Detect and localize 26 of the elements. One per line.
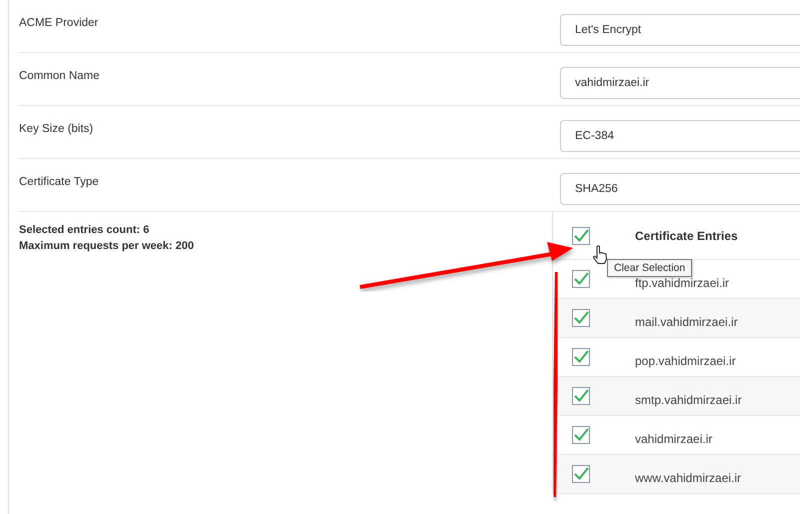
checkbox[interactable] xyxy=(572,348,590,366)
tooltip: Clear Selection xyxy=(607,259,692,277)
checkbox[interactable] xyxy=(572,465,590,483)
field-label: Common Name xyxy=(19,69,100,84)
entry-name: smtp.vahidmirzaei.ir xyxy=(635,392,742,407)
entry-name: pop.vahidmirzaei.ir xyxy=(635,353,736,368)
entry-name: vahidmirzaei.ir xyxy=(635,431,712,446)
checkbox[interactable] xyxy=(572,270,590,288)
summary-text: Selected entries count: 6 xyxy=(19,224,150,236)
checkbox[interactable] xyxy=(572,309,590,327)
input-field[interactable]: vahidmirzaei.ir xyxy=(560,67,800,99)
input-field[interactable]: EC-384 xyxy=(560,120,800,152)
checkbox[interactable] xyxy=(572,226,590,244)
entry-name: www.vahidmirzaei.ir xyxy=(635,470,742,485)
input-field[interactable]: SHA256 xyxy=(560,173,800,205)
summary-text: Maximum requests per week: 200 xyxy=(19,240,194,252)
field-label: Certificate Type xyxy=(19,175,99,190)
entry-name: mail.vahidmirzaei.ir xyxy=(635,314,738,329)
input-field[interactable]: Let's Encrypt xyxy=(560,14,800,46)
field-label: ACME Provider xyxy=(19,16,98,31)
checkbox[interactable] xyxy=(572,387,590,405)
field-label: Key Size (bits) xyxy=(19,122,94,137)
column-header: Certificate Entries xyxy=(635,228,738,242)
entry-name: ftp.vahidmirzaei.ir xyxy=(635,275,730,290)
hand-cursor-icon xyxy=(592,245,608,265)
checkbox[interactable] xyxy=(572,426,590,444)
